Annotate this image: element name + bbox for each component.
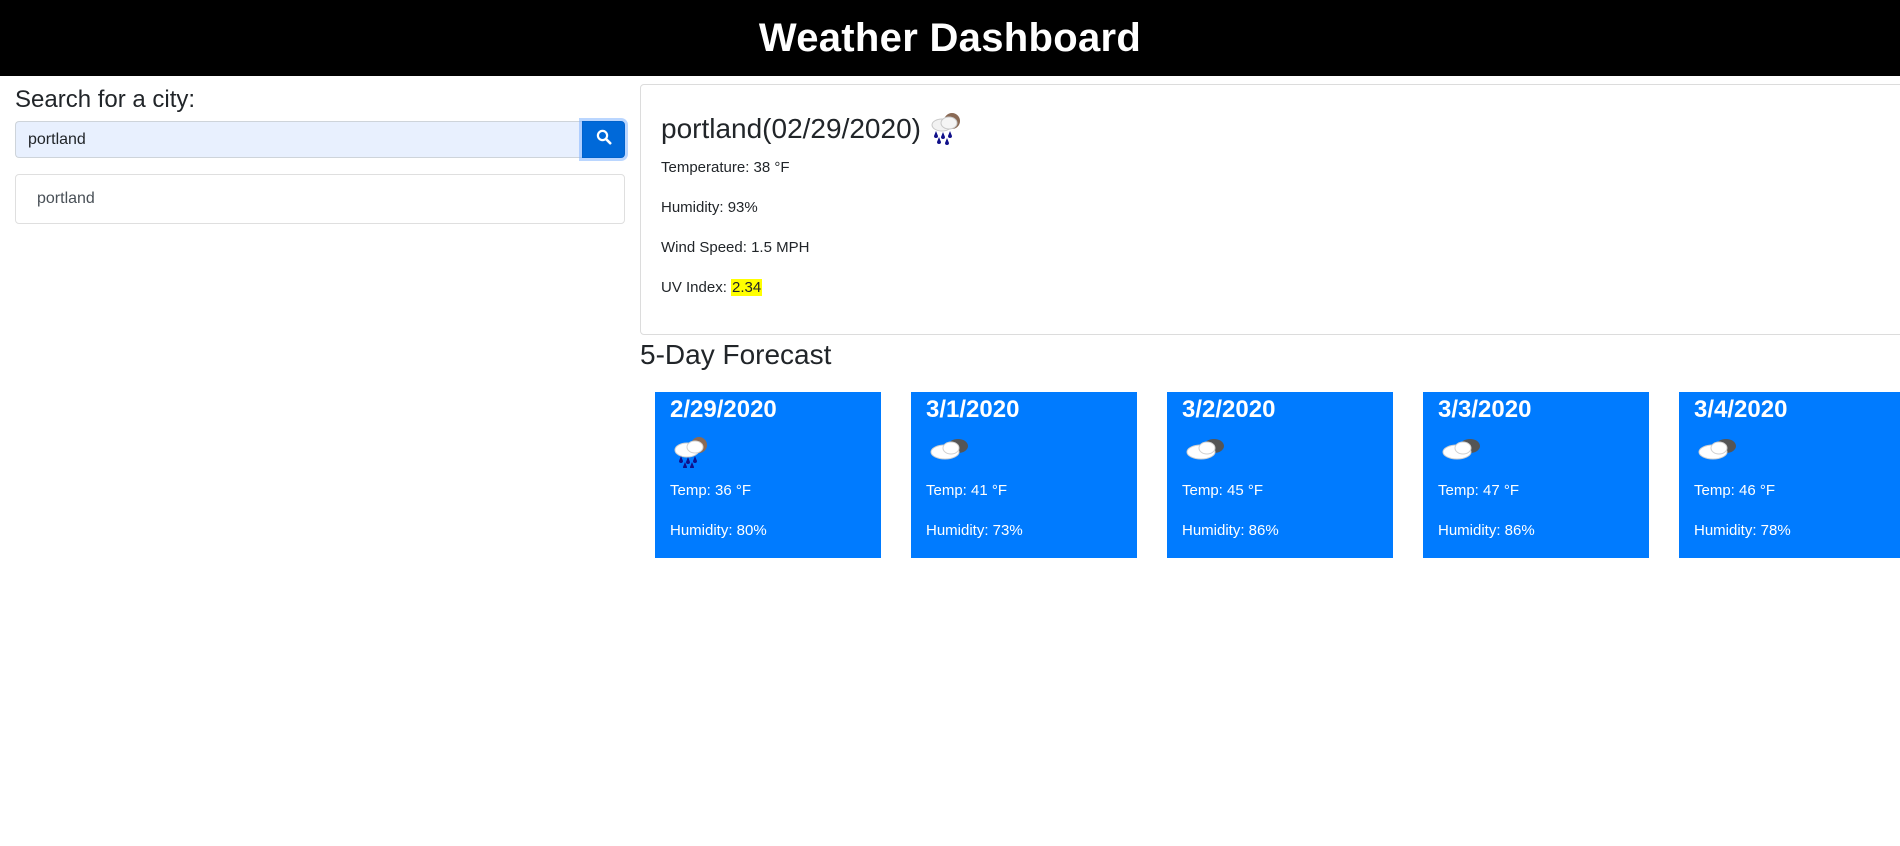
forecast-card: 3/3/2020 Temp: 47 °F Humidity: 86% (1423, 392, 1649, 558)
forecast-card: 3/1/2020 Temp: 41 °F Humidity: 73% (911, 392, 1137, 558)
forecast-card: 3/2/2020 Temp: 45 °F Humidity: 86% (1167, 392, 1393, 558)
forecast-date: 3/3/2020 (1438, 396, 1532, 423)
uv-index-badge: 2.34 (731, 279, 763, 296)
temperature-value: 38 °F (753, 159, 790, 176)
search-input[interactable] (15, 121, 582, 158)
forecast-temp: Temp: 45 °F (1182, 482, 1264, 499)
cloudy-icon (1184, 434, 1230, 469)
search-form (15, 121, 625, 158)
current-title-row: portland(02/29/2020) (661, 107, 967, 150)
search-button[interactable] (582, 121, 625, 158)
uv-index-label: UV Index: (661, 279, 732, 296)
history-item[interactable]: portland (16, 175, 624, 223)
wind-speed-label: Wind Speed: (661, 239, 752, 256)
wind-speed-stat: Wind Speed: 1.5 MPH (661, 239, 809, 256)
forecast-card: 3/4/2020 Temp: 46 °F Humidity: 78% (1679, 392, 1900, 558)
forecast-temp: Temp: 47 °F (1438, 482, 1520, 499)
forecast-humidity: Humidity: 86% (1182, 522, 1279, 539)
uv-index-stat: UV Index: 2.34 (661, 279, 763, 296)
forecast-temp: Temp: 46 °F (1694, 482, 1776, 499)
humidity-stat: Humidity: 93% (661, 199, 758, 216)
current-city-title: portland(02/29/2020) (661, 112, 921, 144)
cloudy-icon (928, 434, 974, 469)
current-weather-card: portland(02/29/2020) Temperature: 38 °F … (640, 84, 1900, 335)
rain-cloud-icon (927, 109, 967, 150)
forecast-temp: Temp: 41 °F (926, 482, 1008, 499)
cloudy-icon (1696, 434, 1742, 469)
forecast-card: 2/29/2020 Temp: 36 °F Humidity: 80% (655, 392, 881, 558)
forecast-humidity: Humidity: 73% (926, 522, 1023, 539)
temperature-stat: Temperature: 38 °F (661, 159, 790, 176)
forecast-date: 2/29/2020 (670, 396, 777, 423)
forecast-temp: Temp: 36 °F (670, 482, 752, 499)
rain-cloud-icon (672, 434, 714, 473)
forecast-humidity: Humidity: 78% (1694, 522, 1791, 539)
forecast-date: 3/1/2020 (926, 396, 1020, 423)
search-icon (596, 129, 612, 150)
forecast-date: 3/4/2020 (1694, 396, 1788, 423)
search-history-list: portland (15, 174, 625, 224)
temperature-label: Temperature: (661, 159, 754, 176)
humidity-label: Humidity: (661, 199, 728, 216)
wind-speed-value: 1.5 MPH (751, 239, 810, 256)
forecast-date: 3/2/2020 (1182, 396, 1276, 423)
app-header: Weather Dashboard (0, 0, 1900, 76)
search-label: Search for a city: (15, 86, 196, 113)
forecast-humidity: Humidity: 80% (670, 522, 767, 539)
humidity-value: 93% (727, 199, 758, 216)
forecast-heading: 5-Day Forecast (640, 339, 832, 370)
cloudy-icon (1440, 434, 1486, 469)
page-title: Weather Dashboard (758, 15, 1142, 60)
forecast-humidity: Humidity: 86% (1438, 522, 1535, 539)
